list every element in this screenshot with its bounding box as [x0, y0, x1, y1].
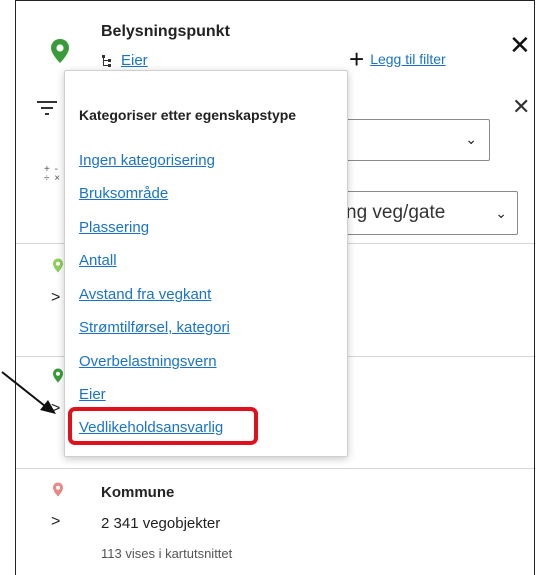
object-count: 2 341 vegobjekter [101, 515, 221, 532]
grid-dots-icon: + - ÷ × [44, 164, 62, 184]
visible-count: 113 vises i kartutsnittet [101, 546, 233, 561]
chevron-right-icon[interactable]: > [51, 513, 60, 531]
highlight-box [68, 407, 258, 445]
menu-item-avstand-fra-vegkant[interactable]: Avstand fra vegkant [79, 286, 211, 303]
map-pin-icon [53, 258, 63, 273]
divider [16, 468, 534, 469]
close-filter-button[interactable]: ✕ [512, 96, 530, 118]
add-filter-label: Legg til filter [370, 51, 446, 67]
chevron-down-icon: ⌄ [465, 131, 477, 147]
map-pin-icon [53, 482, 63, 497]
menu-item-stromtilforsel-kategori[interactable]: Strømtilførsel, kategori [79, 319, 230, 336]
close-panel-button[interactable]: ✕ [509, 32, 531, 58]
owner-row: Eier [101, 52, 148, 69]
list-item-name: Kommune [101, 484, 175, 501]
hierarchy-icon [102, 54, 111, 67]
owner-link[interactable]: Eier [121, 52, 148, 69]
menu-item-overbelastningsvern[interactable]: Overbelastningsvern [79, 353, 217, 370]
menu-item-ingen-kategorisering[interactable]: Ingen kategorisering [79, 152, 215, 169]
chevron-down-icon: ⌄ [495, 205, 507, 221]
categorize-dropdown: Kategoriser etter egenskapstype Ingen ka… [64, 70, 348, 457]
add-filter-button[interactable]: + Legg til filter [349, 44, 446, 74]
menu-item-plassering[interactable]: Plassering [79, 219, 149, 236]
chevron-right-icon[interactable]: > [51, 289, 60, 307]
filter-icon[interactable] [37, 100, 57, 116]
map-pin-icon [51, 39, 69, 63]
menu-item-bruksomrade[interactable]: Bruksområde [79, 185, 168, 202]
sort-select-value: ng veg/gate [346, 202, 446, 223]
layer-title: Belysningspunkt [101, 23, 230, 40]
annotation-arrow [1, 371, 56, 414]
dropdown-heading: Kategoriser etter egenskapstype [79, 107, 297, 123]
plus-icon: + [349, 44, 365, 74]
menu-item-antall[interactable]: Antall [79, 252, 117, 269]
menu-item-eier[interactable]: Eier [79, 386, 106, 403]
